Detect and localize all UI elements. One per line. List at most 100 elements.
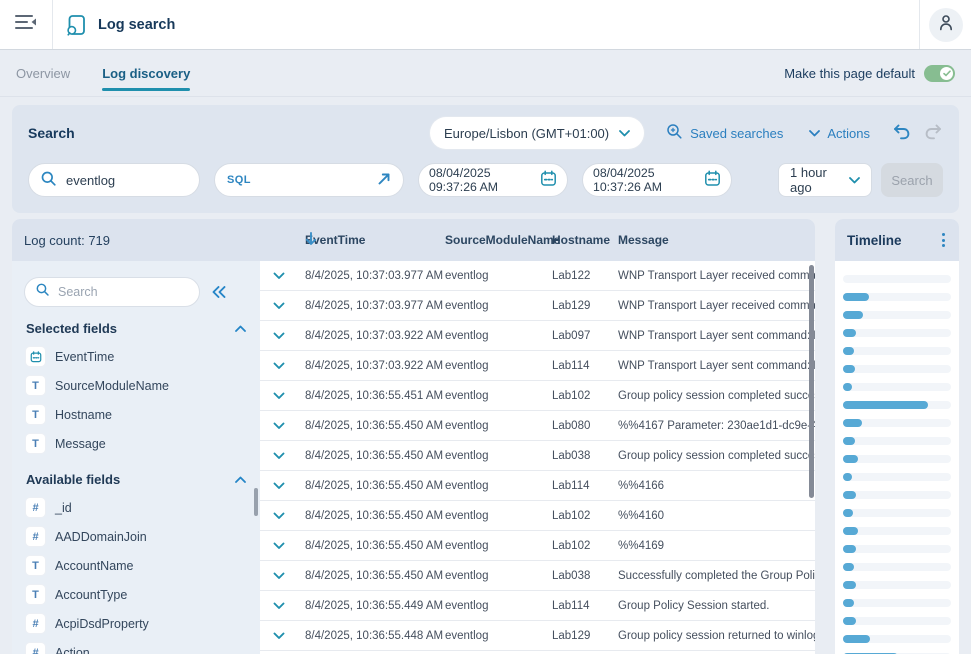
field-item-_id[interactable]: #_id — [24, 493, 260, 522]
sort-desc-icon[interactable] — [305, 232, 317, 249]
log-row[interactable]: 8/4/2025, 10:36:55.450 AMeventlogLab038S… — [260, 561, 815, 591]
column-header-sourcemodulename[interactable]: SourceModuleName — [445, 233, 560, 247]
make-page-default-label: Make this page default — [784, 66, 915, 81]
undo-button[interactable] — [892, 123, 911, 143]
chevron-up-icon[interactable] — [235, 476, 246, 483]
log-row[interactable]: 8/4/2025, 10:36:55.451 AMeventlogLab102G… — [260, 381, 815, 411]
timeline-bar — [843, 509, 853, 517]
log-row[interactable]: 8/4/2025, 10:37:03.922 AMeventlogLab114W… — [260, 351, 815, 381]
field-item-SourceModuleName[interactable]: TSourceModuleName — [24, 371, 260, 400]
results-header: Log count: 719 EventTime SourceModuleNam… — [12, 219, 815, 261]
expand-row-icon[interactable] — [273, 302, 285, 310]
log-row[interactable]: 8/4/2025, 10:36:55.448 AMeventlogLab129G… — [260, 621, 815, 651]
cell-message: %%4167 Parameter: 230ae1d1-dc9e-4e14-a2f… — [618, 420, 815, 432]
expand-row-icon[interactable] — [273, 272, 285, 280]
query-input[interactable] — [64, 172, 187, 189]
cell-sourcemodulename: eventlog — [445, 630, 488, 642]
table-scrollbar[interactable] — [809, 265, 814, 498]
search-panel: Search Europe/Lisbon (GMT+01:00) Saved s… — [12, 105, 959, 213]
cell-eventtime: 8/4/2025, 10:36:55.451 AM — [305, 390, 443, 402]
cell-message: Successfully completed the Group Policy … — [618, 570, 815, 582]
expand-row-icon[interactable] — [273, 602, 285, 610]
log-row[interactable]: 8/4/2025, 10:36:55.450 AMeventlogLab114%… — [260, 471, 815, 501]
field-item-Hostname[interactable]: THostname — [24, 400, 260, 429]
log-row[interactable]: 8/4/2025, 10:36:55.450 AMeventlogLab102%… — [260, 531, 815, 561]
log-row[interactable]: 8/4/2025, 10:37:03.977 AMeventlogLab122W… — [260, 261, 815, 291]
timeline-header: Timeline — [835, 219, 959, 261]
log-row[interactable]: 8/4/2025, 10:36:55.449 AMeventlogLab114G… — [260, 591, 815, 621]
cell-message: WNP Transport Layer sent command: PNG, T… — [618, 360, 815, 372]
text-field-icon: T — [26, 434, 45, 453]
log-row[interactable]: 8/4/2025, 10:37:03.922 AMeventlogLab097W… — [260, 321, 815, 351]
expand-row-icon[interactable] — [273, 542, 285, 550]
field-item-AcpiDsdProperty[interactable]: #AcpiDsdProperty — [24, 609, 260, 638]
expand-row-icon[interactable] — [273, 632, 285, 640]
calendar-icon[interactable] — [540, 170, 557, 190]
redo-icon — [924, 123, 943, 143]
expand-arrow-icon[interactable] — [377, 172, 391, 189]
timezone-select[interactable]: Europe/Lisbon (GMT+01:00) — [430, 117, 644, 149]
field-label: AccountType — [55, 588, 127, 602]
timeline-track — [843, 419, 951, 427]
sql-editor-field[interactable]: SQL — [214, 163, 404, 197]
sidebar-scrollbar[interactable] — [254, 488, 258, 516]
expand-row-icon[interactable] — [273, 392, 285, 400]
expand-row-icon[interactable] — [273, 512, 285, 520]
selected-fields-header[interactable]: Selected fields — [26, 321, 246, 336]
field-item-AADDomainJoin[interactable]: #AADDomainJoin — [24, 522, 260, 551]
timeline-track — [843, 329, 951, 337]
field-item-Message[interactable]: TMessage — [24, 429, 260, 458]
kebab-menu-icon[interactable] — [940, 231, 947, 249]
cell-hostname: Lab102 — [552, 510, 590, 522]
timeline-bar — [843, 365, 855, 373]
cell-message: Group policy session completed successfu… — [618, 390, 815, 402]
available-fields-header[interactable]: Available fields — [26, 472, 246, 487]
timeline-track — [843, 545, 951, 553]
collapse-menu-button[interactable] — [0, 0, 53, 49]
cell-eventtime: 8/4/2025, 10:36:55.449 AM — [305, 600, 443, 612]
expand-row-icon[interactable] — [273, 422, 285, 430]
collapse-panel-icon[interactable] — [212, 286, 226, 298]
cell-eventtime: 8/4/2025, 10:37:03.977 AM — [305, 270, 443, 282]
log-row[interactable]: 8/4/2025, 10:37:03.977 AMeventlogLab129W… — [260, 291, 815, 321]
saved-searches-label: Saved searches — [690, 126, 783, 141]
make-page-default-toggle[interactable] — [924, 65, 955, 82]
relative-range-value: 1 hour ago — [790, 165, 849, 195]
to-datetime-field[interactable]: 08/04/2025 10:37:26 AM — [582, 163, 732, 197]
expand-row-icon[interactable] — [273, 572, 285, 580]
chevron-up-icon[interactable] — [235, 325, 246, 332]
timeline-track — [843, 635, 951, 643]
search-panel-title: Search — [28, 125, 75, 141]
expand-row-icon[interactable] — [273, 362, 285, 370]
log-row[interactable]: 8/4/2025, 10:36:55.450 AMeventlogLab038G… — [260, 441, 815, 471]
user-avatar[interactable] — [929, 8, 963, 42]
timeline-track — [843, 383, 951, 391]
field-item-AccountType[interactable]: TAccountType — [24, 580, 260, 609]
expand-row-icon[interactable] — [273, 482, 285, 490]
log-row[interactable]: 8/4/2025, 10:36:55.450 AMeventlogLab102%… — [260, 501, 815, 531]
saved-searches-button[interactable]: Saved searches — [666, 123, 783, 143]
column-header-hostname[interactable]: Hostname — [552, 233, 610, 247]
cell-eventtime: 8/4/2025, 10:37:03.922 AM — [305, 360, 443, 372]
field-item-AccountName[interactable]: TAccountName — [24, 551, 260, 580]
redo-button[interactable] — [924, 123, 943, 143]
column-header-message[interactable]: Message — [618, 233, 669, 247]
field-item-Action[interactable]: #Action — [24, 638, 260, 654]
search-button[interactable]: Search — [881, 163, 943, 197]
cell-hostname: Lab114 — [552, 480, 590, 492]
fields-search-input[interactable] — [56, 284, 188, 300]
timeline-track — [843, 347, 951, 355]
relative-range-select[interactable]: 1 hour ago — [778, 163, 872, 197]
log-row[interactable]: 8/4/2025, 10:36:55.450 AMeventlogLab080%… — [260, 411, 815, 441]
field-item-EventTime[interactable]: EventTime — [24, 342, 260, 371]
from-datetime-field[interactable]: 08/04/2025 09:37:26 AM — [418, 163, 568, 197]
tab-overview[interactable]: Overview — [16, 50, 70, 96]
available-fields-title: Available fields — [26, 472, 120, 487]
calendar-icon[interactable] — [704, 170, 721, 190]
expand-row-icon[interactable] — [273, 452, 285, 460]
tab-log-discovery[interactable]: Log discovery — [102, 50, 190, 96]
expand-row-icon[interactable] — [273, 332, 285, 340]
actions-button[interactable]: Actions — [809, 126, 870, 141]
cell-eventtime: 8/4/2025, 10:37:03.977 AM — [305, 300, 443, 312]
timeline-track — [843, 491, 951, 499]
